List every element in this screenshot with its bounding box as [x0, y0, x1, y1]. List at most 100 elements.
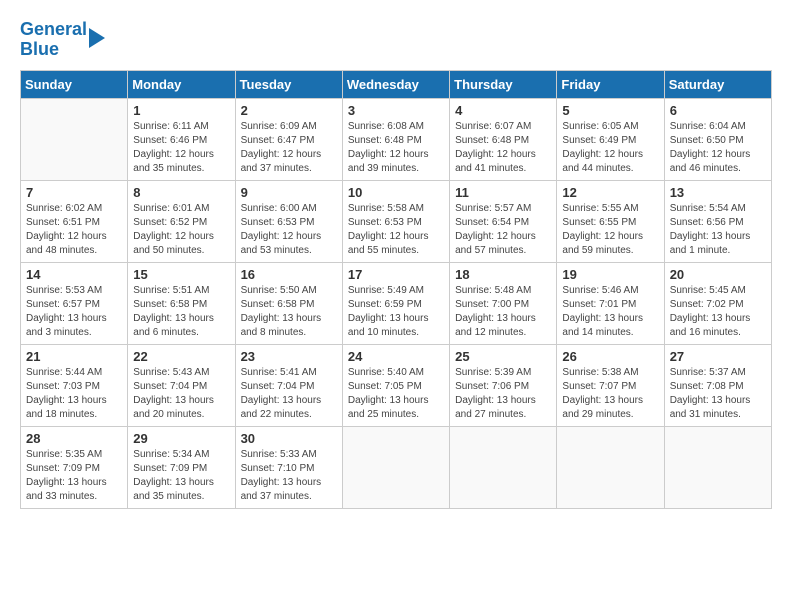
calendar-cell: 17 Sunrise: 5:49 AMSunset: 6:59 PMDaylig…: [342, 262, 449, 344]
calendar-cell: 13 Sunrise: 5:54 AMSunset: 6:56 PMDaylig…: [664, 180, 771, 262]
calendar-cell: [450, 426, 557, 508]
calendar-cell: 21 Sunrise: 5:44 AMSunset: 7:03 PMDaylig…: [21, 344, 128, 426]
cell-content: Sunrise: 5:35 AMSunset: 7:09 PMDaylight:…: [26, 449, 107, 502]
calendar-cell: 24 Sunrise: 5:40 AMSunset: 7:05 PMDaylig…: [342, 344, 449, 426]
day-number: 5: [562, 103, 658, 118]
cell-content: Sunrise: 5:45 AMSunset: 7:02 PMDaylight:…: [670, 285, 751, 338]
day-number: 3: [348, 103, 444, 118]
cell-content: Sunrise: 6:07 AMSunset: 6:48 PMDaylight:…: [455, 121, 536, 174]
day-number: 13: [670, 185, 766, 200]
calendar-cell: 23 Sunrise: 5:41 AMSunset: 7:04 PMDaylig…: [235, 344, 342, 426]
calendar-cell: 9 Sunrise: 6:00 AMSunset: 6:53 PMDayligh…: [235, 180, 342, 262]
cell-content: Sunrise: 5:33 AMSunset: 7:10 PMDaylight:…: [241, 449, 322, 502]
cell-content: Sunrise: 5:51 AMSunset: 6:58 PMDaylight:…: [133, 285, 214, 338]
calendar-cell: 6 Sunrise: 6:04 AMSunset: 6:50 PMDayligh…: [664, 98, 771, 180]
calendar-cell: 1 Sunrise: 6:11 AMSunset: 6:46 PMDayligh…: [128, 98, 235, 180]
calendar-cell: 25 Sunrise: 5:39 AMSunset: 7:06 PMDaylig…: [450, 344, 557, 426]
logo-arrow-icon: [89, 28, 105, 48]
day-number: 15: [133, 267, 229, 282]
cell-content: Sunrise: 5:37 AMSunset: 7:08 PMDaylight:…: [670, 367, 751, 420]
cell-content: Sunrise: 5:49 AMSunset: 6:59 PMDaylight:…: [348, 285, 429, 338]
calendar-cell: 10 Sunrise: 5:58 AMSunset: 6:53 PMDaylig…: [342, 180, 449, 262]
calendar-cell: 7 Sunrise: 6:02 AMSunset: 6:51 PMDayligh…: [21, 180, 128, 262]
calendar-cell: 14 Sunrise: 5:53 AMSunset: 6:57 PMDaylig…: [21, 262, 128, 344]
weekday-header: Monday: [128, 70, 235, 98]
day-number: 27: [670, 349, 766, 364]
cell-content: Sunrise: 6:02 AMSunset: 6:51 PMDaylight:…: [26, 203, 107, 256]
day-number: 17: [348, 267, 444, 282]
day-number: 11: [455, 185, 551, 200]
calendar-cell: 2 Sunrise: 6:09 AMSunset: 6:47 PMDayligh…: [235, 98, 342, 180]
cell-content: Sunrise: 6:00 AMSunset: 6:53 PMDaylight:…: [241, 203, 322, 256]
calendar-cell: 27 Sunrise: 5:37 AMSunset: 7:08 PMDaylig…: [664, 344, 771, 426]
day-number: 28: [26, 431, 122, 446]
cell-content: Sunrise: 5:53 AMSunset: 6:57 PMDaylight:…: [26, 285, 107, 338]
cell-content: Sunrise: 5:44 AMSunset: 7:03 PMDaylight:…: [26, 367, 107, 420]
cell-content: Sunrise: 5:40 AMSunset: 7:05 PMDaylight:…: [348, 367, 429, 420]
day-number: 10: [348, 185, 444, 200]
calendar-cell: 29 Sunrise: 5:34 AMSunset: 7:09 PMDaylig…: [128, 426, 235, 508]
cell-content: Sunrise: 6:09 AMSunset: 6:47 PMDaylight:…: [241, 121, 322, 174]
day-number: 21: [26, 349, 122, 364]
weekday-header: Saturday: [664, 70, 771, 98]
day-number: 19: [562, 267, 658, 282]
day-number: 20: [670, 267, 766, 282]
day-number: 23: [241, 349, 337, 364]
cell-content: Sunrise: 5:41 AMSunset: 7:04 PMDaylight:…: [241, 367, 322, 420]
cell-content: Sunrise: 5:50 AMSunset: 6:58 PMDaylight:…: [241, 285, 322, 338]
cell-content: Sunrise: 6:04 AMSunset: 6:50 PMDaylight:…: [670, 121, 751, 174]
calendar-cell: 26 Sunrise: 5:38 AMSunset: 7:07 PMDaylig…: [557, 344, 664, 426]
day-number: 2: [241, 103, 337, 118]
calendar-cell: [342, 426, 449, 508]
calendar-table: SundayMondayTuesdayWednesdayThursdayFrid…: [20, 70, 772, 509]
calendar-cell: 5 Sunrise: 6:05 AMSunset: 6:49 PMDayligh…: [557, 98, 664, 180]
cell-content: Sunrise: 5:48 AMSunset: 7:00 PMDaylight:…: [455, 285, 536, 338]
calendar-cell: 22 Sunrise: 5:43 AMSunset: 7:04 PMDaylig…: [128, 344, 235, 426]
day-number: 25: [455, 349, 551, 364]
calendar-cell: [557, 426, 664, 508]
calendar-cell: 19 Sunrise: 5:46 AMSunset: 7:01 PMDaylig…: [557, 262, 664, 344]
calendar-cell: 20 Sunrise: 5:45 AMSunset: 7:02 PMDaylig…: [664, 262, 771, 344]
cell-content: Sunrise: 6:05 AMSunset: 6:49 PMDaylight:…: [562, 121, 643, 174]
logo-text: GeneralBlue: [20, 20, 87, 60]
calendar-cell: 16 Sunrise: 5:50 AMSunset: 6:58 PMDaylig…: [235, 262, 342, 344]
calendar-header: SundayMondayTuesdayWednesdayThursdayFrid…: [21, 70, 772, 98]
day-number: 29: [133, 431, 229, 446]
calendar-cell: 28 Sunrise: 5:35 AMSunset: 7:09 PMDaylig…: [21, 426, 128, 508]
day-number: 30: [241, 431, 337, 446]
cell-content: Sunrise: 5:58 AMSunset: 6:53 PMDaylight:…: [348, 203, 429, 256]
day-number: 12: [562, 185, 658, 200]
calendar-cell: 3 Sunrise: 6:08 AMSunset: 6:48 PMDayligh…: [342, 98, 449, 180]
cell-content: Sunrise: 5:38 AMSunset: 7:07 PMDaylight:…: [562, 367, 643, 420]
day-number: 22: [133, 349, 229, 364]
cell-content: Sunrise: 5:34 AMSunset: 7:09 PMDaylight:…: [133, 449, 214, 502]
day-number: 26: [562, 349, 658, 364]
calendar-cell: 15 Sunrise: 5:51 AMSunset: 6:58 PMDaylig…: [128, 262, 235, 344]
calendar-cell: 18 Sunrise: 5:48 AMSunset: 7:00 PMDaylig…: [450, 262, 557, 344]
calendar-cell: 11 Sunrise: 5:57 AMSunset: 6:54 PMDaylig…: [450, 180, 557, 262]
cell-content: Sunrise: 6:11 AMSunset: 6:46 PMDaylight:…: [133, 121, 214, 174]
cell-content: Sunrise: 5:55 AMSunset: 6:55 PMDaylight:…: [562, 203, 643, 256]
day-number: 16: [241, 267, 337, 282]
cell-content: Sunrise: 6:01 AMSunset: 6:52 PMDaylight:…: [133, 203, 214, 256]
weekday-header: Wednesday: [342, 70, 449, 98]
cell-content: Sunrise: 5:54 AMSunset: 6:56 PMDaylight:…: [670, 203, 751, 256]
day-number: 18: [455, 267, 551, 282]
day-number: 4: [455, 103, 551, 118]
day-number: 14: [26, 267, 122, 282]
day-number: 7: [26, 185, 122, 200]
logo: GeneralBlue: [20, 20, 105, 60]
cell-content: Sunrise: 5:39 AMSunset: 7:06 PMDaylight:…: [455, 367, 536, 420]
weekday-header: Thursday: [450, 70, 557, 98]
calendar-cell: [664, 426, 771, 508]
calendar-cell: [21, 98, 128, 180]
weekday-header: Tuesday: [235, 70, 342, 98]
calendar-cell: 8 Sunrise: 6:01 AMSunset: 6:52 PMDayligh…: [128, 180, 235, 262]
cell-content: Sunrise: 5:46 AMSunset: 7:01 PMDaylight:…: [562, 285, 643, 338]
calendar-cell: 4 Sunrise: 6:07 AMSunset: 6:48 PMDayligh…: [450, 98, 557, 180]
day-number: 9: [241, 185, 337, 200]
cell-content: Sunrise: 5:57 AMSunset: 6:54 PMDaylight:…: [455, 203, 536, 256]
day-number: 1: [133, 103, 229, 118]
calendar-cell: 12 Sunrise: 5:55 AMSunset: 6:55 PMDaylig…: [557, 180, 664, 262]
calendar-cell: 30 Sunrise: 5:33 AMSunset: 7:10 PMDaylig…: [235, 426, 342, 508]
